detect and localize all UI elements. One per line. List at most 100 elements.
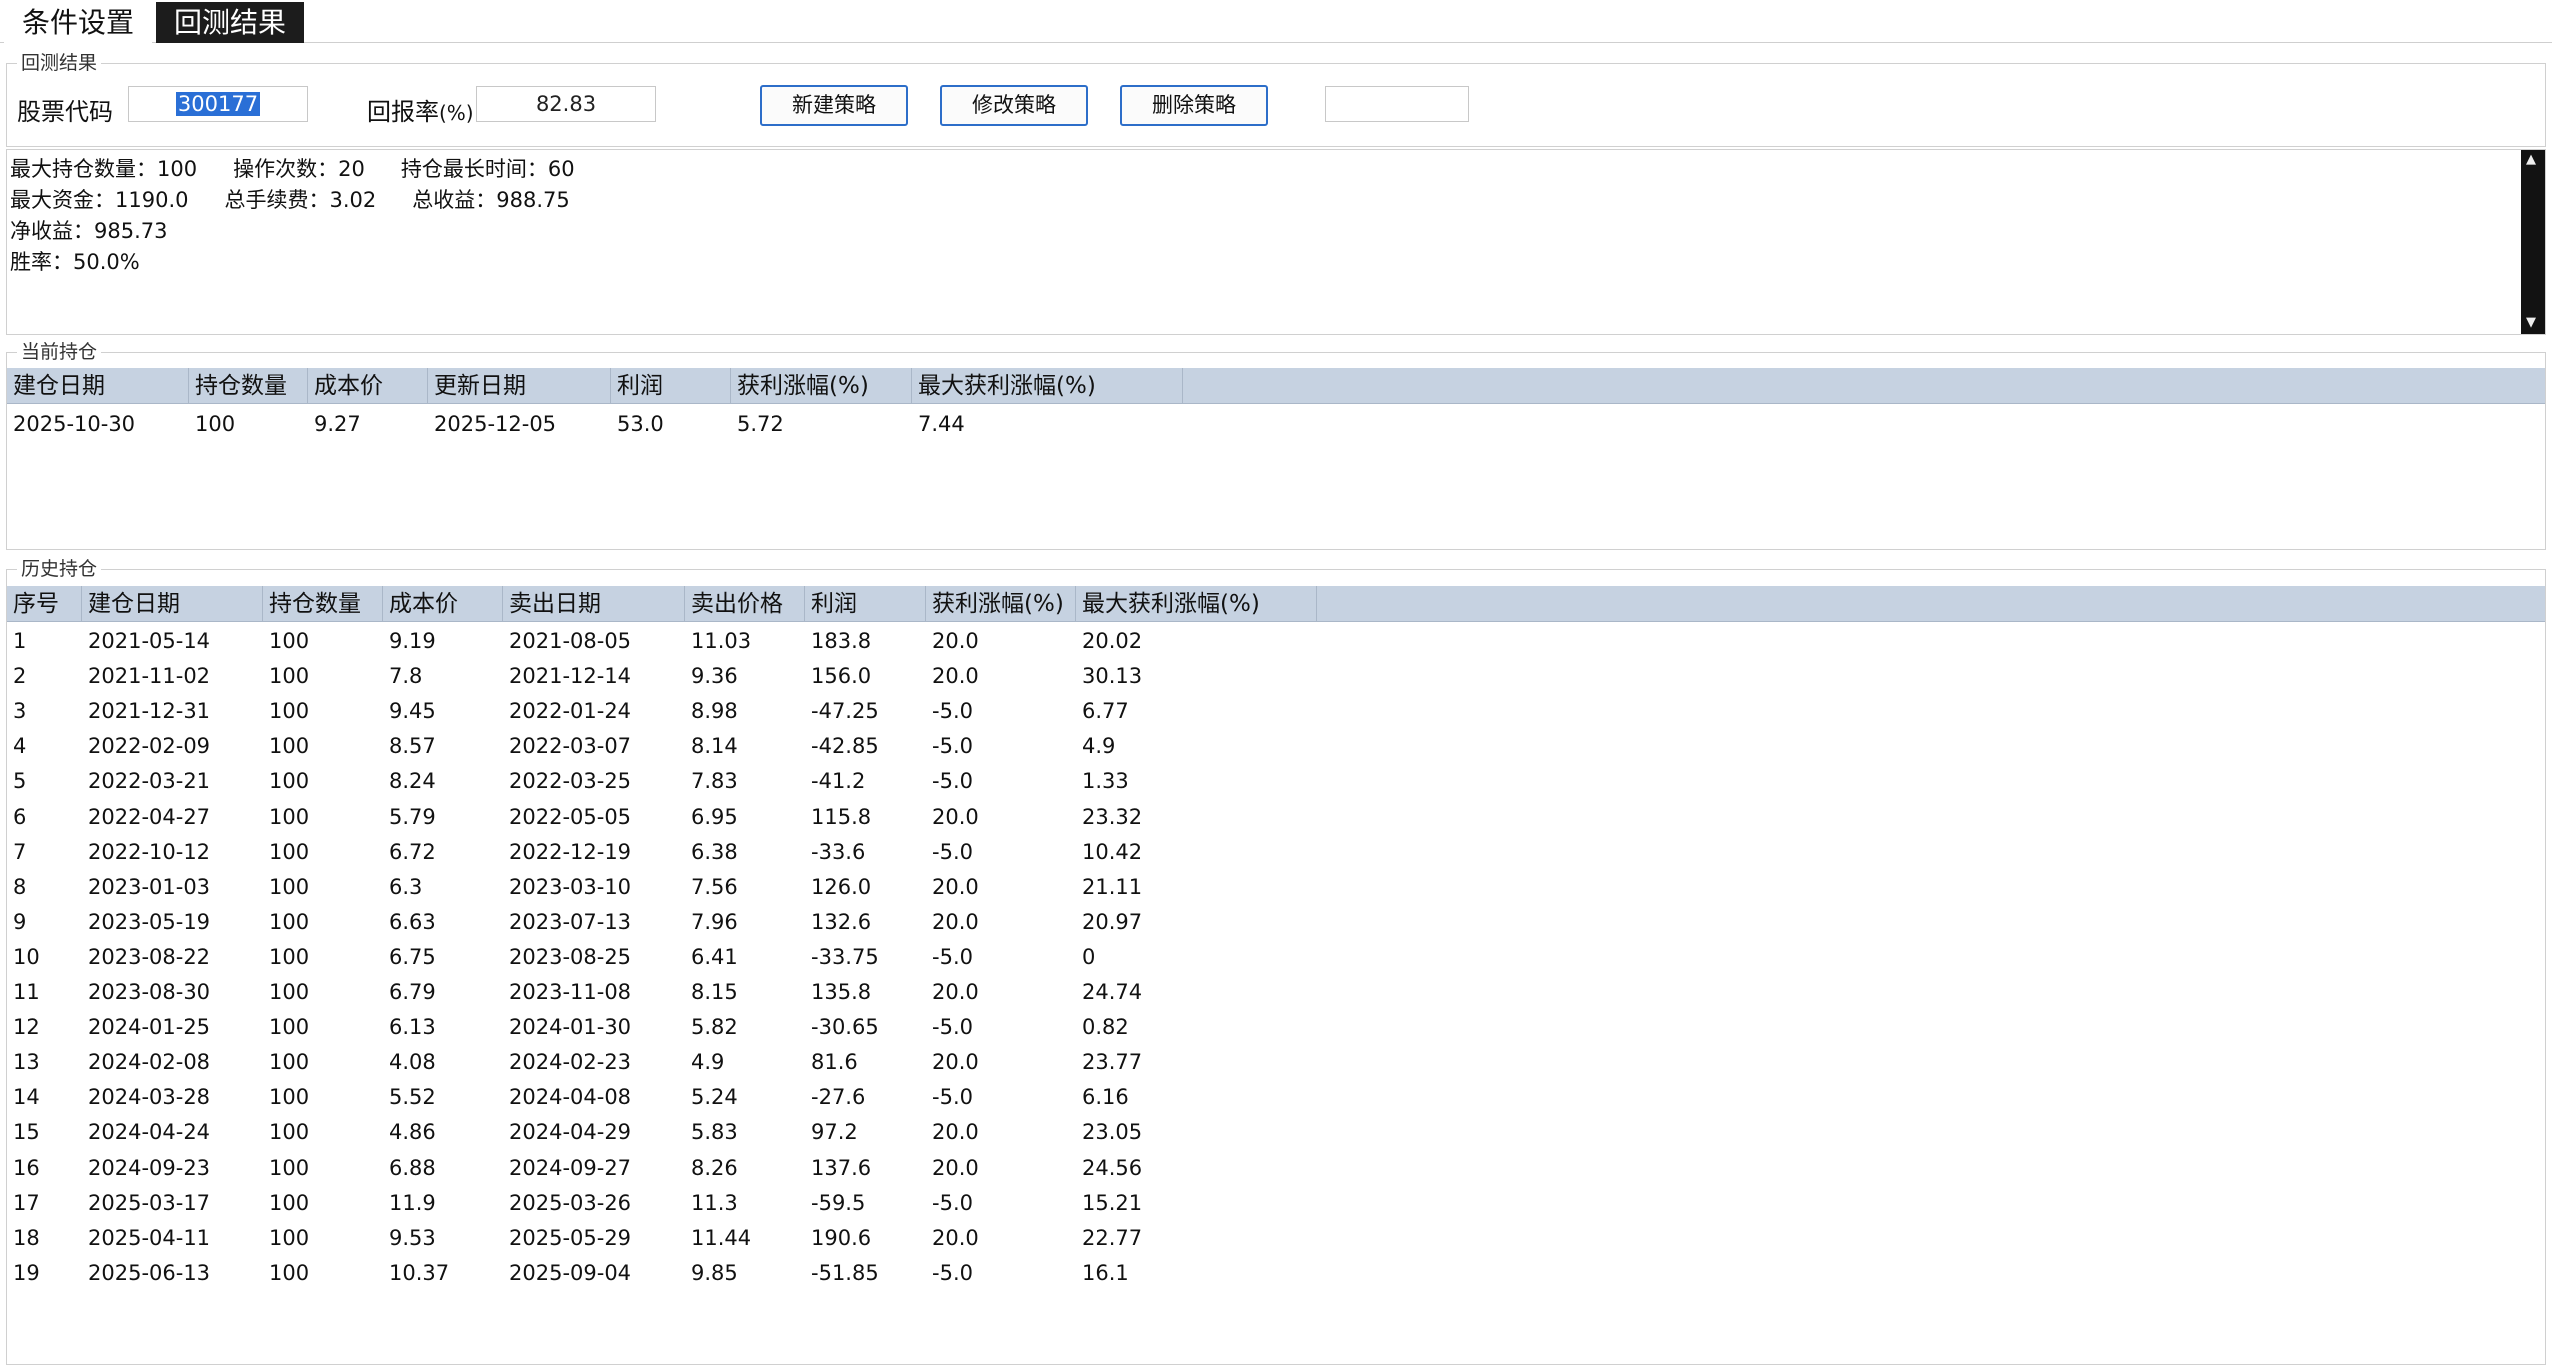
cell: 6.3 (389, 874, 423, 899)
table-row[interactable]: 7 2022-10-12 100 6.72 2022-12-19 6.38 -33.6 -5.… (7, 835, 2545, 870)
cell: 9.45 (389, 699, 436, 724)
cell: 19 (13, 1260, 40, 1285)
cell: 11.9 (389, 1190, 436, 1215)
col-quantity[interactable]: 持仓数量 (263, 586, 383, 622)
cell: 100 (269, 629, 310, 653)
table-row[interactable]: 2 2021-11-02 100 7.8 2021-12-14 9.36 156.0 20.0… (7, 659, 2545, 694)
cell: 2022-04-27 (88, 804, 211, 829)
tab-condition-settings[interactable]: 条件设置 (4, 2, 152, 43)
cell: 2021-08-05 (509, 629, 632, 653)
table-row[interactable]: 15 2024-04-24 100 4.86 2024-04-29 5.83 97.2 20.… (7, 1115, 2545, 1150)
cell: 100 (269, 664, 310, 689)
col-index[interactable]: 序号 (7, 586, 82, 622)
cell: 100 (195, 412, 236, 436)
table-row[interactable]: 5 2022-03-21 100 8.24 2022-03-25 7.83 -41.2 -5.… (7, 764, 2545, 799)
cell: 2023-08-22 (88, 944, 211, 969)
cell: 2025-05-29 (509, 1225, 632, 1250)
col-profit[interactable]: 利润 (611, 368, 731, 404)
col-sell-date[interactable]: 卖出日期 (503, 586, 685, 622)
cell: 2022-12-19 (509, 839, 632, 864)
cell: 2024-01-30 (509, 1015, 632, 1040)
stock-code-value: 300177 (175, 92, 261, 116)
extra-input[interactable] (1325, 86, 1469, 122)
cell: 4.9 (691, 1050, 725, 1075)
return-rate-label: 回报率(%) (367, 92, 474, 127)
backtest-group-title: 回测结果 (17, 53, 102, 73)
col-gain-pct[interactable]: 获利涨幅(%) (731, 368, 912, 404)
col-update-date[interactable]: 更新日期 (428, 368, 611, 404)
cell: 2025-10-30 (13, 412, 136, 436)
col-sell-price[interactable]: 卖出价格 (685, 586, 805, 622)
new-strategy-button[interactable]: 新建策略 (760, 85, 908, 126)
history-positions-title: 历史持仓 (17, 559, 102, 579)
summary-textarea[interactable]: 最大持仓数量：100 操作次数：20 持仓最长时间：60 最大资金：1190.0 总手… (6, 149, 2546, 335)
col-open-date[interactable]: 建仓日期 (7, 368, 189, 404)
cell: 20.0 (932, 874, 979, 899)
col-cost-price[interactable]: 成本价 (383, 586, 503, 622)
col-max-gain-pct[interactable]: 最大获利涨幅(%) (1076, 586, 1317, 622)
cell: 2021-11-02 (88, 664, 211, 689)
return-rate-input[interactable]: 82.83 (476, 86, 656, 122)
cell: 2021-12-31 (88, 699, 211, 724)
col-quantity[interactable]: 持仓数量 (189, 368, 308, 404)
edit-strategy-button[interactable]: 修改策略 (940, 85, 1088, 126)
cell: 11.03 (691, 629, 752, 653)
cell: 100 (269, 980, 310, 1004)
cell: 100 (269, 874, 310, 899)
cell: 2022-02-09 (88, 734, 211, 759)
tab-backtest-results[interactable]: 回测结果 (156, 2, 304, 43)
cell: 7.56 (691, 874, 738, 899)
table-row[interactable]: 2025-10-30 100 9.27 2025-12-05 53.0 5.72… (7, 407, 2545, 442)
cell: 20.0 (932, 1050, 979, 1075)
cell: 6.38 (691, 839, 738, 864)
col-open-date[interactable]: 建仓日期 (82, 586, 263, 622)
cell: 20.0 (932, 804, 979, 829)
table-row[interactable]: 9 2023-05-19 100 6.63 2023-07-13 7.96 132.6 20.… (7, 905, 2545, 940)
cell: 5.72 (737, 412, 784, 436)
table-row[interactable]: 4 2022-02-09 100 8.57 2022-03-07 8.14 -42.85 -5… (7, 729, 2545, 764)
return-rate-label-text: 回报率 (367, 98, 439, 126)
col-profit[interactable]: 利润 (805, 586, 926, 622)
cell: 2024-04-24 (88, 1120, 211, 1145)
cell: -5.0 (932, 769, 973, 794)
col-max-gain-pct[interactable]: 最大获利涨幅(%) (912, 368, 1183, 404)
current-table-header: 建仓日期 持仓数量 成本价 更新日期 利润 获利涨幅(%) 最大获利涨幅(%) (7, 368, 2545, 404)
cell: 6.75 (389, 944, 436, 969)
col-gain-pct[interactable]: 获利涨幅(%) (926, 586, 1076, 622)
scroll-down-icon[interactable]: ▼ (2526, 316, 2536, 330)
table-row[interactable]: 14 2024-03-28 100 5.52 2024-04-08 5.24 -27.6 -5… (7, 1080, 2545, 1115)
cell: 0.82 (1082, 1015, 1129, 1040)
net-profit: 净收益：985.73 (10, 219, 168, 243)
table-row[interactable]: 18 2025-04-11 100 9.53 2025-05-29 11.44 190.6 2… (7, 1221, 2545, 1256)
cell: 9.85 (691, 1260, 738, 1285)
cell: 6.41 (691, 944, 738, 969)
cell: 20.0 (932, 664, 979, 689)
max-holding-time: 持仓最长时间：60 (400, 157, 575, 181)
table-row[interactable]: 12 2024-01-25 100 6.13 2024-01-30 5.82 -30.65 -… (7, 1010, 2545, 1045)
cell: 15 (13, 1120, 40, 1145)
cell: 0 (1082, 944, 1096, 969)
table-row[interactable]: 6 2022-04-27 100 5.79 2022-05-05 6.95 115.8 20.… (7, 800, 2545, 835)
table-row[interactable]: 11 2023-08-30 100 6.79 2023-11-08 8.15 135.8 20… (7, 975, 2545, 1010)
table-row[interactable]: 13 2024-02-08 100 4.08 2024-02-23 4.9 81.6 20.0… (7, 1045, 2545, 1080)
delete-strategy-button[interactable]: 删除策略 (1120, 85, 1268, 126)
cell: 3 (13, 699, 27, 724)
table-row[interactable]: 10 2023-08-22 100 6.75 2023-08-25 6.41 -33.75 -… (7, 940, 2545, 975)
cell: 100 (269, 1085, 310, 1110)
col-cost-price[interactable]: 成本价 (308, 368, 428, 404)
scroll-up-icon[interactable]: ▲ (2526, 153, 2536, 167)
cell: 12 (13, 1015, 40, 1040)
cell: 100 (269, 1120, 310, 1145)
table-row[interactable]: 17 2025-03-17 100 11.9 2025-03-26 11.3 -59.5 -5… (7, 1186, 2545, 1221)
table-row[interactable]: 3 2021-12-31 100 9.45 2022-01-24 8.98 -47.25 -5… (7, 694, 2545, 729)
total-profit: 总收益：988.75 (412, 188, 570, 212)
cell: 2024-02-08 (88, 1050, 211, 1075)
stock-code-input[interactable]: 300177 (128, 86, 308, 122)
table-row[interactable]: 1 2021-05-14 100 9.19 2021-08-05 11.03 183.8 20… (7, 624, 2545, 659)
cell: 100 (269, 804, 310, 829)
summary-scrollbar[interactable]: ▲ ▼ (2521, 150, 2545, 334)
table-row[interactable]: 19 2025-06-13 100 10.37 2025-09-04 9.85 -51.85… (7, 1256, 2545, 1291)
table-row[interactable]: 8 2023-01-03 100 6.3 2023-03-10 7.56 126.0 20.0… (7, 870, 2545, 905)
cell: -59.5 (811, 1190, 866, 1215)
table-row[interactable]: 16 2024-09-23 100 6.88 2024-09-27 8.26 137.6 20… (7, 1151, 2545, 1186)
